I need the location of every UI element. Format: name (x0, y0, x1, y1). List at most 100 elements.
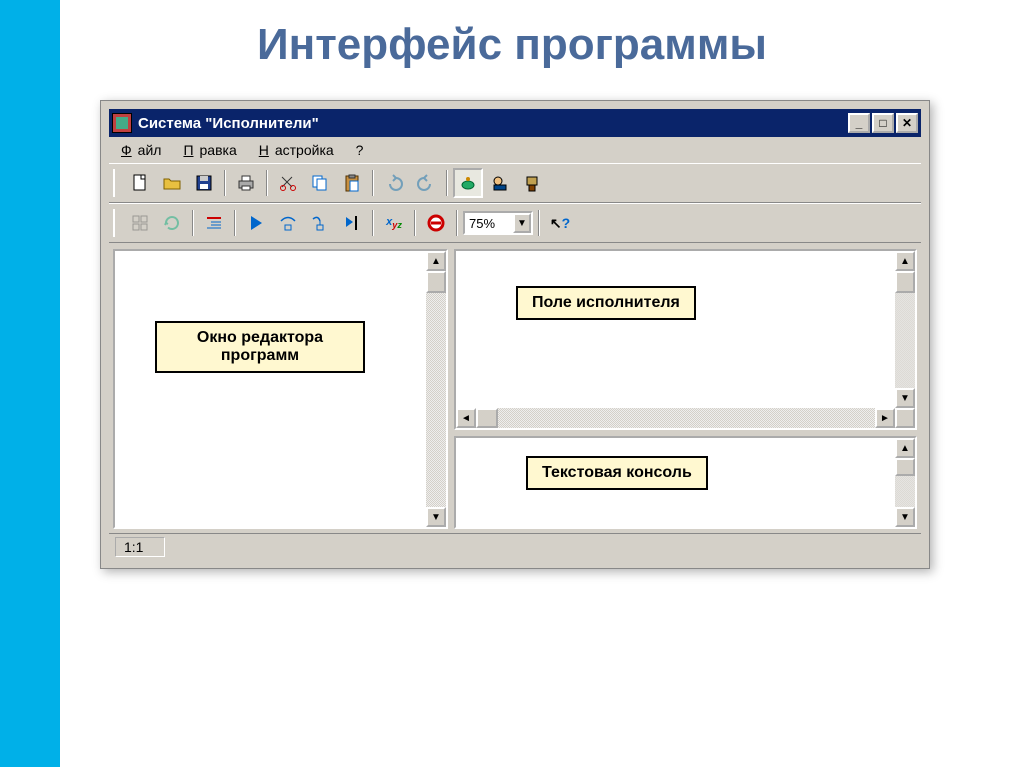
scroll-track[interactable] (498, 408, 875, 428)
separator (372, 210, 374, 236)
scroll-down-button[interactable]: ▼ (895, 388, 915, 408)
separator (538, 210, 540, 236)
scroll-thumb[interactable] (426, 271, 446, 293)
menu-settings[interactable]: Настройка (253, 140, 346, 160)
console-pane[interactable]: Текстовая консоль ▲ ▼ (454, 436, 917, 529)
executor-field-pane[interactable]: Поле исполнителя ▲ ▼ ◄ ► (454, 249, 917, 430)
refresh-icon (162, 213, 182, 233)
play-icon (246, 213, 266, 233)
close-button[interactable]: ✕ (896, 113, 918, 133)
redo-icon (416, 173, 436, 193)
separator (192, 210, 194, 236)
cursor-position: 1:1 (115, 537, 165, 557)
executor-turtle-button[interactable] (453, 168, 483, 198)
paste-button[interactable] (337, 168, 367, 198)
zoom-input[interactable] (465, 213, 513, 233)
editor-column: Окно редактора программ ▲ ▼ (113, 249, 448, 529)
run-to-cursor-button[interactable] (337, 208, 367, 238)
separator (414, 210, 416, 236)
executor-field-body[interactable]: Поле исполнителя (456, 251, 895, 408)
variables-button[interactable]: xyz (379, 208, 409, 238)
cut-button[interactable] (273, 168, 303, 198)
redo-button[interactable] (411, 168, 441, 198)
indent-icon (204, 213, 224, 233)
stop-button[interactable] (421, 208, 451, 238)
maximize-button[interactable]: □ (872, 113, 894, 133)
field-vscrollbar[interactable]: ▲ ▼ (895, 251, 915, 408)
grid-icon (130, 213, 150, 233)
scroll-left-button[interactable]: ◄ (456, 408, 476, 428)
save-button[interactable] (189, 168, 219, 198)
pointer-help-icon: ↖? (550, 215, 570, 232)
menu-file[interactable]: Файл (115, 140, 173, 160)
separator (224, 170, 226, 196)
executor-robot-button[interactable] (517, 168, 547, 198)
new-file-button[interactable] (125, 168, 155, 198)
indent-button[interactable] (199, 208, 229, 238)
separator (456, 210, 458, 236)
grid-button[interactable] (125, 208, 155, 238)
separator (446, 170, 448, 196)
turtle-icon (458, 173, 478, 193)
right-column: Поле исполнителя ▲ ▼ ◄ ► (454, 249, 917, 529)
scroll-track[interactable] (426, 293, 446, 507)
undo-icon (384, 173, 404, 193)
scroll-thumb[interactable] (895, 458, 915, 476)
new-file-icon (130, 173, 150, 193)
zoom-dropdown-button[interactable]: ▼ (513, 213, 531, 233)
separator (234, 210, 236, 236)
console-label-callout: Текстовая консоль (526, 456, 708, 490)
stop-icon (426, 213, 446, 233)
scroll-track[interactable] (895, 293, 915, 388)
toolbar-grip[interactable] (113, 209, 119, 237)
menu-edit[interactable]: Правка (177, 140, 248, 160)
console-vscrollbar[interactable]: ▲ ▼ (895, 438, 915, 527)
app-window: Система "Исполнители" _ □ ✕ Файл Правка … (107, 107, 923, 562)
scroll-down-button[interactable]: ▼ (426, 507, 446, 527)
decorative-side-strip (0, 0, 60, 767)
scroll-track[interactable] (895, 476, 915, 507)
floppy-icon (194, 173, 214, 193)
status-bar: 1:1 (109, 533, 921, 560)
menu-help[interactable]: ? (350, 140, 370, 160)
run-to-cursor-icon (342, 213, 362, 233)
context-help-button[interactable]: ↖? (545, 208, 575, 238)
field-hscrollbar[interactable]: ◄ ► (456, 408, 915, 428)
scroll-down-button[interactable]: ▼ (895, 507, 915, 527)
clipboard-icon (342, 173, 362, 193)
console-body[interactable]: Текстовая консоль (456, 438, 895, 527)
copy-button[interactable] (305, 168, 335, 198)
print-button[interactable] (231, 168, 261, 198)
scroll-thumb[interactable] (895, 271, 915, 293)
minimize-button[interactable]: _ (848, 113, 870, 133)
editor-vscrollbar[interactable]: ▲ ▼ (426, 251, 446, 527)
scroll-right-button[interactable]: ► (875, 408, 895, 428)
open-file-button[interactable] (157, 168, 187, 198)
separator (372, 170, 374, 196)
page-title: Интерфейс программы (0, 20, 1024, 70)
executor-draw-button[interactable] (485, 168, 515, 198)
toolbar-grip[interactable] (113, 169, 119, 197)
field-label-callout: Поле исполнителя (516, 286, 696, 320)
separator (266, 170, 268, 196)
step-into-button[interactable] (305, 208, 335, 238)
workspace: Окно редактора программ ▲ ▼ По (109, 243, 921, 533)
refresh-button[interactable] (157, 208, 187, 238)
step-over-button[interactable] (273, 208, 303, 238)
screenshot-frame: Система "Исполнители" _ □ ✕ Файл Правка … (100, 100, 930, 569)
toolbar-standard (109, 163, 921, 203)
scroll-up-button[interactable]: ▲ (895, 251, 915, 271)
run-button[interactable] (241, 208, 271, 238)
zoom-combo[interactable]: ▼ (463, 211, 533, 235)
step-into-icon (310, 213, 330, 233)
step-over-icon (278, 213, 298, 233)
scroll-up-button[interactable]: ▲ (895, 438, 915, 458)
scroll-thumb[interactable] (476, 408, 498, 428)
printer-icon (236, 173, 256, 193)
editor-body[interactable]: Окно редактора программ (115, 251, 426, 527)
toolbar-run: xyz ▼ ↖? (109, 203, 921, 243)
editor-pane[interactable]: Окно редактора программ ▲ ▼ (113, 249, 448, 529)
xyz-icon: xyz (386, 216, 402, 230)
undo-button[interactable] (379, 168, 409, 198)
scroll-up-button[interactable]: ▲ (426, 251, 446, 271)
